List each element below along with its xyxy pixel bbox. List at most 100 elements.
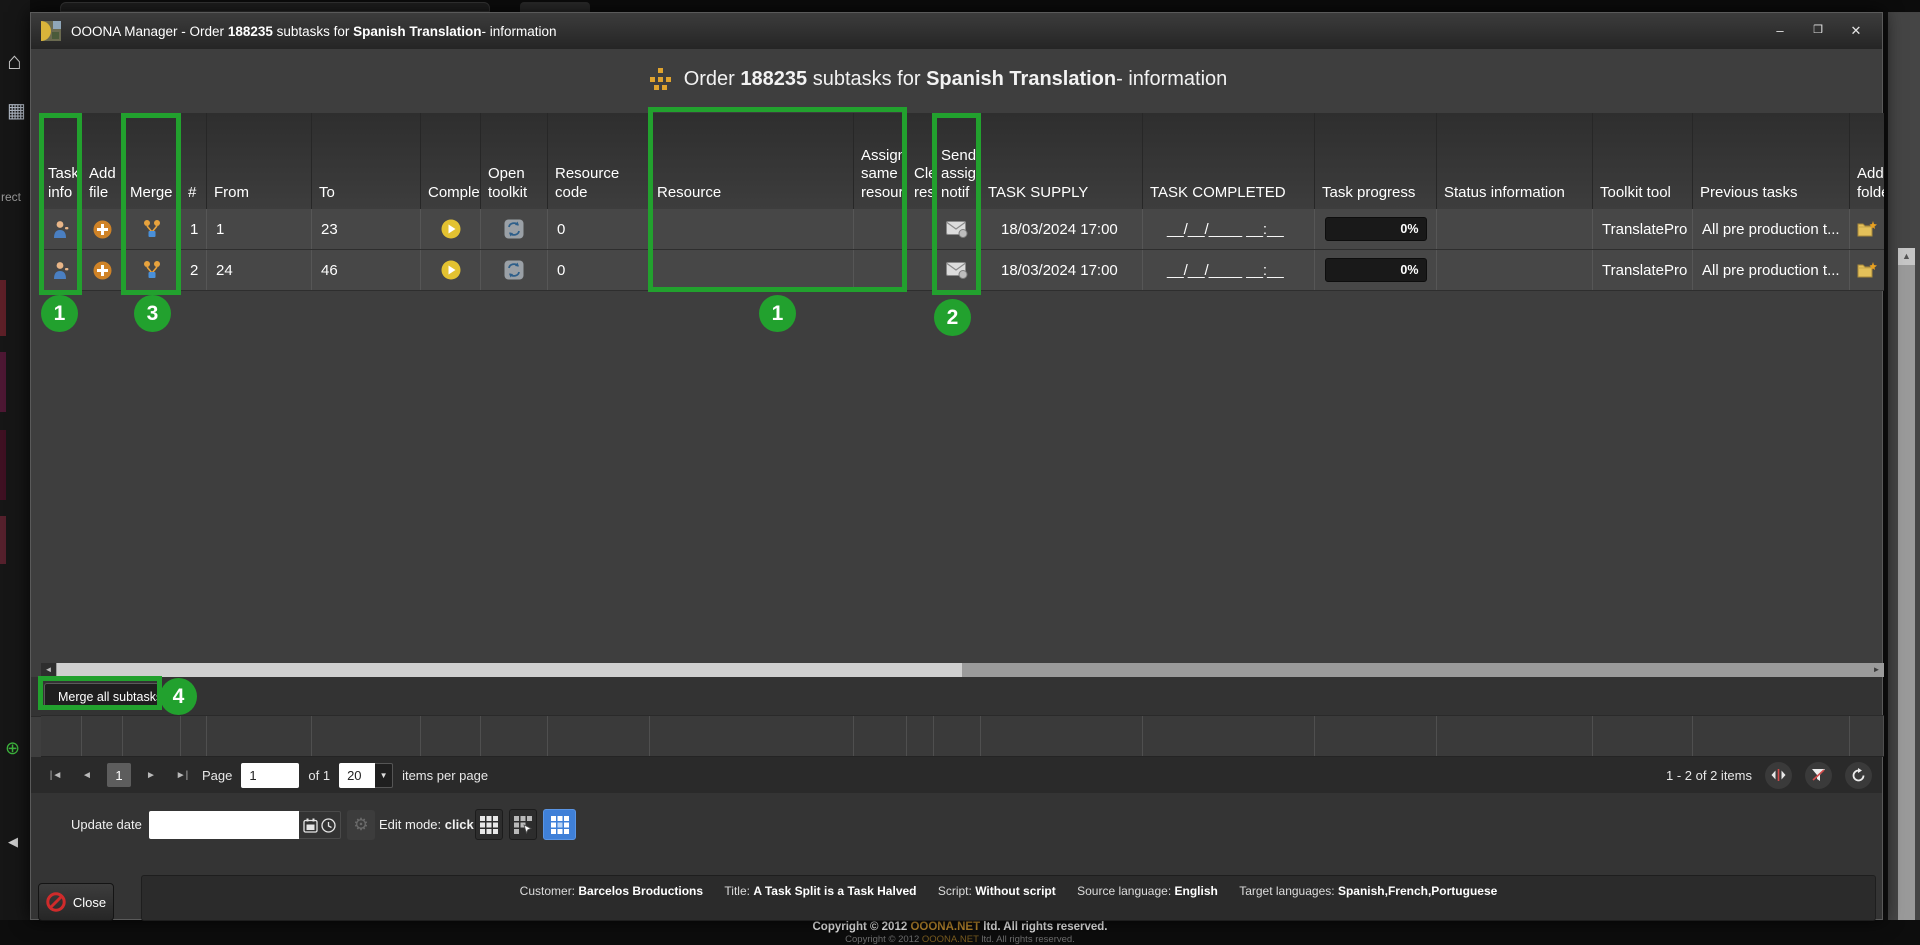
from-cell[interactable]: 24	[207, 250, 312, 290]
scroll-up-icon[interactable]: ▲	[1898, 248, 1915, 265]
add-file-cell[interactable]	[82, 209, 123, 249]
toolkit-tool-cell[interactable]: TranslatePro	[1593, 209, 1693, 249]
toolkit-tool-cell[interactable]: TranslatePro	[1593, 250, 1693, 290]
info-title: Title: A Task Split is a Task Halved	[724, 884, 916, 898]
task-supply-cell[interactable]: 18/03/2024 17:00	[981, 250, 1143, 290]
column-header-from[interactable]: From	[207, 113, 312, 209]
add-folder-cell[interactable]	[1850, 209, 1884, 249]
to-cell[interactable]: 23	[312, 209, 421, 249]
task-progress-cell: 0%	[1315, 209, 1437, 249]
completed-cell[interactable]	[421, 250, 481, 290]
title-order-name: Spanish Translation	[353, 24, 481, 39]
background-vertical-scrollbar[interactable]	[1898, 248, 1915, 945]
column-header-open-toolkit[interactable]: Open toolkit	[481, 113, 548, 209]
copyright-brand: OOONA.NET	[922, 934, 979, 945]
fit-columns-button[interactable]	[1765, 762, 1792, 789]
previous-tasks-cell[interactable]: All pre production t...	[1693, 250, 1850, 290]
previous-page-icon[interactable]: ◄	[76, 764, 98, 786]
column-header-number[interactable]: #	[181, 113, 207, 209]
column-header-to[interactable]: To	[312, 113, 421, 209]
column-header-previous-tasks[interactable]: Previous tasks	[1693, 113, 1850, 209]
column-header-completed[interactable]: Completed	[421, 113, 481, 209]
edit-mode-cell-button[interactable]	[543, 809, 576, 840]
open-toolkit-cell[interactable]	[481, 209, 548, 249]
annotation-box-merge-all	[38, 676, 162, 710]
column-header-task-supply[interactable]: TASK SUPPLY	[981, 113, 1143, 209]
edit-mode-prefix: Edit mode:	[379, 817, 445, 832]
column-header-toolkit-tool[interactable]: Toolkit tool	[1593, 113, 1693, 209]
row-number-cell[interactable]: 1	[181, 209, 207, 249]
scrollbar-thumb[interactable]	[57, 663, 962, 677]
edit-mode-row-button[interactable]	[509, 809, 537, 840]
refresh-button[interactable]	[1845, 762, 1872, 789]
gear-icon: ⚙	[353, 815, 368, 835]
resource-code-cell[interactable]: 0	[548, 250, 650, 290]
add-file-cell[interactable]	[82, 250, 123, 290]
completed-cell[interactable]	[421, 209, 481, 249]
column-header-clear-resource[interactable]: Cle res	[907, 113, 934, 209]
current-page-button[interactable]: 1	[107, 763, 131, 787]
add-icon[interactable]: ⊕	[5, 738, 20, 759]
status-information-cell[interactable]	[1437, 209, 1593, 249]
header-mid: subtasks for	[807, 68, 926, 90]
info-source-language: Source language: English	[1077, 884, 1218, 898]
column-header-add-file[interactable]: Add file	[82, 113, 123, 209]
copyright-brand: OOONA.NET	[910, 921, 980, 933]
info-script: Script: Without script	[938, 884, 1056, 898]
previous-tasks-cell[interactable]: All pre production t...	[1693, 209, 1850, 249]
scroll-left-icon[interactable]: ◄	[41, 663, 56, 677]
add-folder-icon	[1857, 220, 1877, 238]
annotation-box-merge	[121, 113, 181, 295]
add-folder-cell[interactable]	[1850, 250, 1884, 290]
info-label: Target languages:	[1239, 884, 1338, 898]
info-label: Customer:	[520, 884, 579, 898]
last-page-icon[interactable]: ►|	[171, 764, 193, 786]
scroll-right-icon[interactable]: ►	[1869, 663, 1884, 677]
task-completed-cell[interactable]: __/__/____ __:__	[1143, 250, 1315, 290]
to-cell[interactable]: 46	[312, 250, 421, 290]
clear-resource-cell[interactable]	[907, 209, 934, 249]
pager-bar: |◄ ◄ 1 ► ►| Page of 1 20 ▼ items per pag…	[31, 757, 1882, 793]
window-title: OOONA Manager - Order 188235 subtasks fo…	[71, 24, 556, 39]
task-supply-cell[interactable]: 18/03/2024 17:00	[981, 209, 1143, 249]
row-number-cell[interactable]: 2	[181, 250, 207, 290]
info-label: Source language:	[1077, 884, 1174, 898]
add-file-plus-icon	[93, 261, 112, 280]
first-page-icon[interactable]: |◄	[45, 764, 67, 786]
settings-button[interactable]: ⚙	[347, 810, 375, 840]
page-of-label: of 1	[308, 768, 330, 783]
dialog-titlebar[interactable]: OOONA Manager - Order 188235 subtasks fo…	[31, 13, 1882, 49]
items-per-page-select[interactable]: 20 ▼	[339, 763, 393, 788]
column-header-task-completed[interactable]: TASK COMPLETED	[1143, 113, 1315, 209]
column-header-add-folder[interactable]: Add folde	[1850, 113, 1884, 209]
grid-toolbar: Merge all subtasks	[31, 677, 1882, 717]
collapse-icon[interactable]: ◀	[8, 834, 18, 850]
page-number-input[interactable]	[241, 763, 299, 788]
column-header-task-progress[interactable]: Task progress	[1315, 113, 1437, 209]
grid-cell-icon	[551, 816, 569, 834]
copyright-suffix: ltd. All rights reserved.	[980, 921, 1107, 933]
minimize-icon[interactable]: –	[1772, 23, 1788, 39]
task-completed-cell[interactable]: __/__/____ __:__	[1143, 209, 1315, 249]
copyright-prefix: Copyright © 2012	[813, 921, 911, 933]
status-information-cell[interactable]	[1437, 250, 1593, 290]
clear-filter-button[interactable]	[1805, 762, 1832, 789]
close-icon[interactable]: ✕	[1848, 23, 1864, 39]
clear-resource-cell[interactable]	[907, 250, 934, 290]
resource-code-cell[interactable]: 0	[548, 209, 650, 249]
close-button[interactable]: Close	[38, 883, 114, 921]
next-page-icon[interactable]: ►	[140, 764, 162, 786]
info-value: A Task Split is a Task Halved	[753, 884, 916, 898]
update-date-input[interactable]	[149, 811, 299, 839]
column-header-status-information[interactable]: Status information	[1437, 113, 1593, 209]
edit-mode-grid-button[interactable]	[475, 809, 503, 840]
open-toolkit-cell[interactable]	[481, 250, 548, 290]
chevron-down-icon[interactable]: ▼	[375, 763, 393, 788]
clock-icon[interactable]	[321, 818, 336, 833]
column-header-resource-code[interactable]: Resource code	[548, 113, 650, 209]
from-cell[interactable]: 1	[207, 209, 312, 249]
calendar-icon[interactable]	[303, 818, 318, 833]
horizontal-scrollbar[interactable]: ◄ ►	[41, 663, 1884, 677]
maximize-icon[interactable]: ❒	[1810, 23, 1826, 39]
progress-value: 0%	[1400, 263, 1418, 277]
